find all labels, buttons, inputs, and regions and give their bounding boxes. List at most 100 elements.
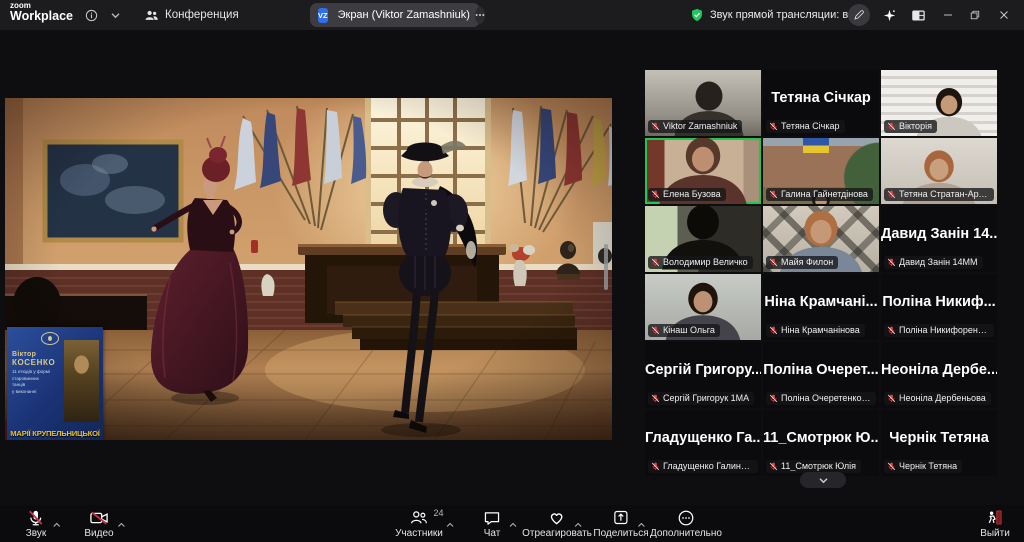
participant-name-label: Неоніла Дербеньова xyxy=(884,392,991,406)
participant-display-name: Поліна Очерет... xyxy=(763,362,879,378)
muted-mic-icon xyxy=(887,326,896,335)
view-layout-button[interactable] xyxy=(905,0,931,30)
participant-display-name: Сергій Григору... xyxy=(645,362,761,378)
participant-tile[interactable]: Сергій Григору... Сергій Григорук 1МА xyxy=(645,342,761,408)
cover-composer-last: КОСЕНКО xyxy=(12,358,64,367)
participant-name-label: Viktor Zamashniuk xyxy=(648,120,742,134)
participant-tile[interactable]: Галина Гайнетдінова xyxy=(763,138,879,204)
muted-mic-icon xyxy=(887,258,896,267)
participant-name-label: Тетяна Стратан-Артішк... xyxy=(884,188,994,202)
participant-display-name: Поліна Никиф... xyxy=(881,294,997,310)
muted-mic-icon xyxy=(651,394,660,403)
react-options-chevron[interactable] xyxy=(573,515,583,533)
participant-display-name: Неоніла Дербе... xyxy=(881,362,997,378)
share-options-chevron[interactable] xyxy=(636,515,646,533)
chevron-down-icon xyxy=(818,477,829,484)
tab-conference[interactable]: Конференция xyxy=(144,0,239,30)
shield-check-icon xyxy=(690,8,704,22)
participant-tile[interactable]: Кінаш Ольга xyxy=(645,274,761,340)
video-options-chevron[interactable] xyxy=(116,515,126,533)
pencil-icon xyxy=(853,9,865,21)
chat-button[interactable]: Чат xyxy=(483,508,501,539)
live-stream-status: Звук прямой трансляции: вкл. xyxy=(690,0,863,30)
participant-tile[interactable]: Давид Занін 14... Давид Занін 14ММ xyxy=(881,206,997,272)
muted-mic-icon xyxy=(887,190,896,199)
chat-options-chevron[interactable] xyxy=(508,515,518,533)
muted-mic-icon xyxy=(769,190,778,199)
layout-icon xyxy=(911,9,926,22)
participant-name-label: Сергій Григорук 1МА xyxy=(648,392,754,406)
album-cover-overlay: Віктор КОСЕНКО 11 етюдів у формі старови… xyxy=(7,327,103,440)
participants-options-chevron[interactable] xyxy=(446,515,456,533)
muted-mic-icon xyxy=(769,462,778,471)
cover-composer-first: Віктор xyxy=(12,351,64,358)
participant-name-label: Вікторія xyxy=(884,120,937,134)
participant-tile[interactable]: Ніна Крамчані... Ніна Крамчанінова xyxy=(763,274,879,340)
participant-tile[interactable]: Вікторія xyxy=(881,70,997,136)
muted-mic-icon xyxy=(769,258,778,267)
participant-tile[interactable]: 11_Смотрюк Ю...11_Смотрюк Юлія xyxy=(763,410,879,476)
participant-tile[interactable]: Володимир Величко xyxy=(645,206,761,272)
more-button[interactable]: Дополнительно xyxy=(650,508,722,539)
participant-display-name: 11_Смотрюк Ю... xyxy=(763,430,879,446)
shared-screen-video: Віктор КОСЕНКО 11 етюдів у формі старови… xyxy=(5,98,612,440)
video-button[interactable]: Видео xyxy=(84,508,113,539)
stream-status-text: Звук прямой трансляции: вкл. xyxy=(710,9,863,21)
participant-name-label: Майя Филон xyxy=(766,256,838,270)
participant-tile[interactable]: Поліна Очерет...Поліна Очеретенко_ФП... xyxy=(763,342,879,408)
participants-button[interactable]: 24 Участники xyxy=(395,508,443,539)
muted-mic-icon xyxy=(887,394,896,403)
muted-mic-icon xyxy=(769,326,778,335)
tab-screen-share[interactable]: VZ Экран (Viktor Zamashniuk) xyxy=(310,3,480,27)
video-label: Видео xyxy=(84,528,113,539)
tab-conference-label: Конференция xyxy=(165,9,239,21)
muted-mic-icon xyxy=(651,122,660,131)
cover-performer-name: МАРІЇ КРУПЕЛЬНИЦЬКОЇ xyxy=(7,429,103,438)
participant-display-name: Давид Занін 14... xyxy=(881,226,997,242)
participant-tile[interactable]: Елена Бузова xyxy=(645,138,761,204)
muted-mic-icon xyxy=(651,326,660,335)
leave-label: Выйти xyxy=(980,528,1010,539)
annotate-button[interactable] xyxy=(848,4,870,26)
tab-screen-label: Экран (Viktor Zamashniuk) xyxy=(338,9,470,21)
participants-panel: Viktor Zamashniuk Тетяна СічкарТетяна Січ… xyxy=(645,70,997,476)
screen-tab-options-button[interactable] xyxy=(475,7,485,24)
audio-options-chevron[interactable] xyxy=(52,515,62,533)
react-button[interactable]: Отреагировать xyxy=(522,508,592,539)
close-button[interactable] xyxy=(992,0,1016,30)
leave-button[interactable]: Выйти xyxy=(980,508,1010,539)
participant-tile[interactable]: Чернік ТетянаЧернік Тетяна xyxy=(881,410,997,476)
heart-icon xyxy=(547,509,566,526)
muted-mic-icon xyxy=(769,122,778,131)
sparkle-icon xyxy=(882,8,897,23)
participant-display-name: Ніна Крамчані... xyxy=(763,294,879,310)
participant-name-label: Тетяна Січкар xyxy=(766,120,845,134)
logo-workplace-text: Workplace xyxy=(10,10,73,23)
participant-tile[interactable]: Viktor Zamashniuk xyxy=(645,70,761,136)
participant-tile[interactable]: Тетяна Стратан-Артішк... xyxy=(881,138,997,204)
maximize-button[interactable] xyxy=(963,0,987,30)
participant-tile[interactable]: Гладущенко Га...Гладущенко Галина 24М... xyxy=(645,410,761,476)
chevron-down-icon[interactable] xyxy=(104,0,126,30)
record-label-emblem xyxy=(41,332,59,345)
participants-scroll-down-button[interactable] xyxy=(800,472,846,488)
share-button[interactable]: Поделиться xyxy=(593,508,648,539)
participant-name-label: Чернік Тетяна xyxy=(884,460,962,474)
participant-tile[interactable]: Поліна Никиф...Поліна Никифоренко 11... xyxy=(881,274,997,340)
info-icon[interactable] xyxy=(80,0,102,30)
participant-name-label: Ніна Крамчанінова xyxy=(766,324,865,338)
audio-button[interactable]: Звук xyxy=(26,508,47,539)
participant-tile[interactable]: Майя Филон xyxy=(763,206,879,272)
people-icon xyxy=(144,9,159,22)
ai-companion-button[interactable] xyxy=(876,0,902,30)
muted-mic-icon xyxy=(651,190,660,199)
participant-name-label: Давид Занін 14ММ xyxy=(884,256,983,270)
vz-avatar-badge: VZ xyxy=(318,8,328,23)
minimize-button[interactable] xyxy=(936,0,960,30)
audio-label: Звук xyxy=(26,528,47,539)
cover-subtitle-2: старовинних xyxy=(12,376,64,383)
video-scrollbar[interactable] xyxy=(604,244,608,290)
participant-tile[interactable]: Неоніла Дербе... Неоніла Дербеньова xyxy=(881,342,997,408)
titlebar: zoom Workplace Конференция VZ Экран (Vik… xyxy=(0,0,1024,30)
participant-tile[interactable]: Тетяна СічкарТетяна Січкар xyxy=(763,70,879,136)
